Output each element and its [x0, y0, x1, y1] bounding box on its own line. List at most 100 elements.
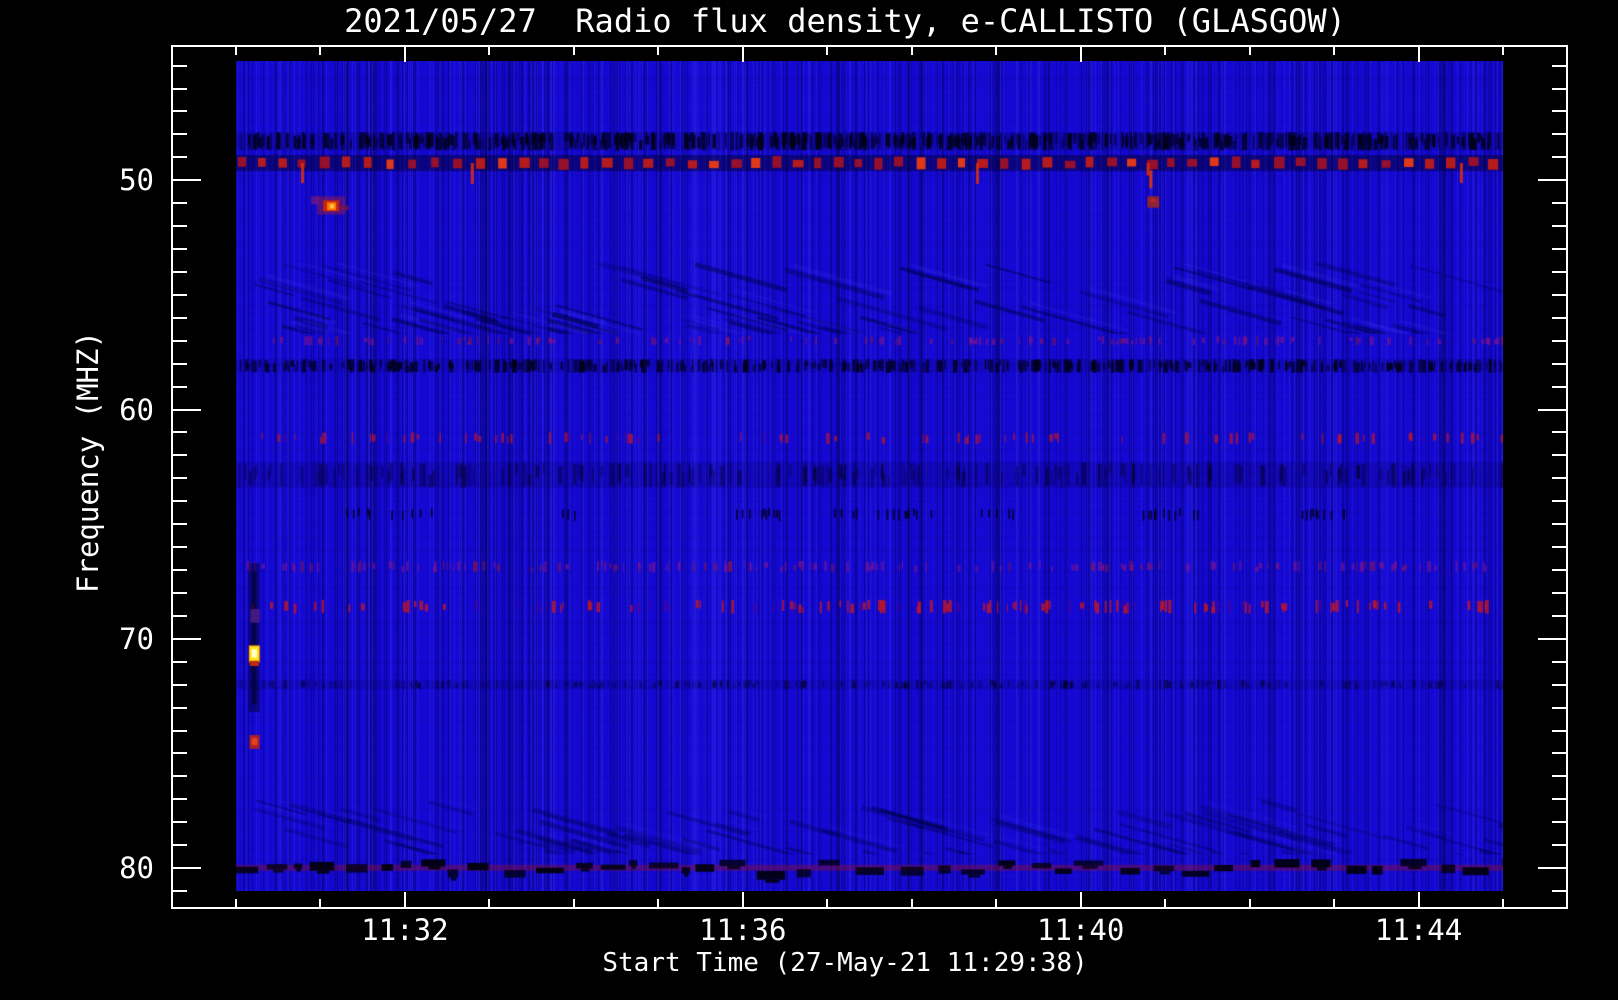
- x-axis-major-tick: [1417, 892, 1420, 907]
- spectrogram-figure: 2021/05/27 Radio flux density, e-CALLIST…: [0, 0, 1618, 1000]
- x-axis-minor-tick-top: [235, 47, 237, 55]
- y-axis-minor-tick-right: [1552, 454, 1566, 457]
- y-axis-minor-tick-right: [1552, 87, 1566, 90]
- y-axis-minor-tick-right: [1552, 110, 1566, 113]
- y-axis-minor-tick: [173, 362, 187, 365]
- x-axis-minor-tick: [1164, 899, 1167, 907]
- x-axis-minor-tick: [910, 899, 913, 907]
- x-axis-minor-tick: [235, 899, 237, 907]
- y-axis-minor-tick-right: [1552, 500, 1566, 503]
- y-axis-minor-tick-right: [1552, 569, 1566, 571]
- y-axis-minor-tick-right: [1552, 293, 1566, 296]
- y-axis-minor-tick: [173, 431, 187, 434]
- x-axis-minor-tick-top: [1502, 47, 1504, 55]
- y-axis-major-tick: [173, 408, 201, 411]
- x-tick-label: 11:40: [1037, 913, 1125, 947]
- x-axis-minor-tick-top: [1164, 47, 1167, 55]
- x-axis-minor-tick-top: [319, 47, 322, 55]
- y-tick-label: 70: [119, 621, 154, 656]
- y-axis-minor-tick: [173, 270, 187, 273]
- x-axis-major-tick: [1079, 892, 1082, 907]
- x-axis-minor-tick-top: [657, 47, 660, 55]
- y-axis-minor-tick: [173, 844, 187, 847]
- x-tick-label: 11:44: [1374, 913, 1463, 947]
- x-axis-minor-tick-top: [488, 47, 491, 55]
- x-axis-minor-tick: [826, 899, 829, 907]
- y-axis-minor-tick-right: [1552, 156, 1566, 159]
- y-axis-minor-tick-right: [1552, 706, 1566, 709]
- y-axis-minor-tick: [173, 339, 187, 342]
- y-axis-minor-tick-right: [1552, 477, 1566, 480]
- y-axis-minor-tick: [173, 248, 187, 250]
- x-axis-major-tick-top: [1079, 47, 1082, 62]
- y-axis-minor-tick: [173, 775, 187, 778]
- y-axis-minor-tick-right: [1552, 385, 1566, 388]
- y-axis-minor-tick-right: [1552, 64, 1566, 67]
- y-axis-minor-tick: [173, 683, 187, 686]
- x-axis-minor-tick: [319, 899, 322, 907]
- y-axis-major-tick-right: [1538, 179, 1566, 182]
- y-axis-minor-tick-right: [1552, 752, 1566, 755]
- y-axis-minor-tick: [173, 798, 187, 801]
- y-axis-minor-tick: [173, 110, 187, 113]
- x-axis-minor-tick-top: [995, 47, 998, 55]
- y-axis-minor-tick: [173, 477, 187, 480]
- y-tick-label: 50: [119, 163, 154, 198]
- y-axis-major-tick: [173, 637, 201, 640]
- y-axis-minor-tick: [173, 591, 187, 594]
- y-axis-major-tick: [173, 179, 201, 182]
- x-tick-label: 11:36: [699, 913, 787, 947]
- y-axis-minor-tick-right: [1552, 546, 1566, 549]
- y-axis-minor-tick-right: [1552, 225, 1566, 228]
- x-axis-minor-tick: [657, 899, 660, 907]
- y-axis-minor-tick-right: [1552, 821, 1566, 824]
- y-axis-minor-tick: [173, 500, 187, 503]
- y-axis-minor-tick-right: [1552, 270, 1566, 273]
- x-axis-minor-tick: [1502, 899, 1504, 907]
- x-axis-minor-tick: [1248, 899, 1251, 907]
- y-tick-label: 80: [119, 851, 154, 886]
- y-axis-major-tick-right: [1538, 637, 1566, 640]
- y-axis-minor-tick-right: [1552, 614, 1566, 617]
- y-axis-minor-tick-right: [1552, 202, 1566, 205]
- y-axis-minor-tick: [173, 87, 187, 90]
- y-axis-minor-tick-right: [1552, 339, 1566, 342]
- y-axis-minor-tick-right: [1552, 775, 1566, 778]
- y-axis-minor-tick: [173, 385, 187, 388]
- y-axis-minor-tick-right: [1552, 729, 1566, 732]
- x-axis-minor-tick-top: [910, 47, 913, 55]
- y-axis-minor-tick: [173, 293, 187, 296]
- x-axis-title: Start Time (27-May-21 11:29:38): [602, 948, 1088, 978]
- x-axis-major-tick-top: [1417, 47, 1420, 62]
- x-axis-major-tick: [403, 892, 406, 907]
- y-axis-minor-tick-right: [1552, 523, 1566, 526]
- y-axis-minor-tick: [173, 225, 187, 228]
- y-axis-minor-tick: [173, 546, 187, 549]
- x-axis-minor-tick: [995, 899, 998, 907]
- y-axis-minor-tick: [173, 133, 187, 136]
- y-axis-minor-tick-right: [1552, 362, 1566, 365]
- y-axis-minor-tick: [173, 614, 187, 617]
- y-axis-major-tick-right: [1538, 867, 1566, 870]
- x-axis-major-tick-top: [403, 47, 406, 62]
- x-axis-minor-tick-top: [1333, 47, 1336, 55]
- spectrogram-image: [236, 61, 1503, 891]
- y-axis-minor-tick-right: [1552, 133, 1566, 136]
- y-axis-minor-tick-right: [1552, 844, 1566, 847]
- y-axis-minor-tick: [173, 454, 187, 457]
- y-axis-minor-tick-right: [1552, 591, 1566, 594]
- x-axis-major-tick: [741, 892, 744, 907]
- x-axis-minor-tick: [488, 899, 491, 907]
- chart-title: 2021/05/27 Radio flux density, e-CALLIST…: [344, 2, 1346, 40]
- y-axis-minor-tick-right: [1552, 798, 1566, 801]
- y-axis-minor-tick: [173, 752, 187, 755]
- y-axis-minor-tick-right: [1552, 248, 1566, 250]
- y-axis-minor-tick: [173, 156, 187, 159]
- x-axis-minor-tick: [1333, 899, 1336, 907]
- y-axis-minor-tick-right: [1552, 660, 1566, 663]
- y-axis-minor-tick: [173, 729, 187, 732]
- y-axis-major-tick-right: [1538, 408, 1566, 411]
- y-axis-minor-tick-right: [1552, 316, 1566, 319]
- y-axis-minor-tick: [173, 890, 187, 892]
- y-axis-minor-tick: [173, 569, 187, 571]
